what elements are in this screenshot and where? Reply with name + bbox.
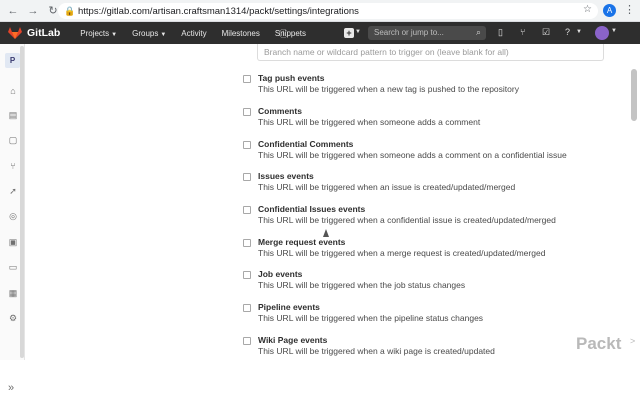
- confidential-comments-checkbox[interactable]: [243, 141, 251, 149]
- new-item-icon[interactable]: +: [344, 28, 354, 38]
- event-title[interactable]: Pipeline events: [258, 302, 320, 312]
- wiki-page-events-checkbox[interactable]: [243, 337, 251, 345]
- search-input[interactable]: Search or jump to... ⌕: [368, 26, 486, 40]
- issues-icon[interactable]: ▢: [8, 135, 18, 145]
- branch-filter-placeholder: Branch name or wildcard pattern to trigg…: [264, 47, 509, 57]
- tag-push-checkbox[interactable]: [243, 75, 251, 83]
- url-text[interactable]: https://gitlab.com/artisan.craftsman1314…: [78, 6, 359, 17]
- list-item: Wiki Page events This URL will be trigge…: [243, 335, 623, 363]
- merge-requests-icon[interactable]: ⑂: [520, 27, 525, 37]
- event-title[interactable]: Comments: [258, 106, 302, 116]
- page-scrollbar[interactable]: [631, 69, 637, 121]
- event-title[interactable]: Job events: [258, 269, 302, 279]
- browser-profile-avatar[interactable]: A: [603, 4, 616, 17]
- chevron-down-icon[interactable]: ▼: [576, 29, 582, 35]
- todo-panel-icon[interactable]: ▯: [498, 27, 503, 38]
- event-title[interactable]: Confidential Comments: [258, 139, 353, 149]
- packt-watermark: Packt: [576, 334, 622, 353]
- event-description: This URL will be triggered when someone …: [258, 150, 567, 160]
- browser-menu-icon[interactable]: ⋮: [624, 3, 635, 16]
- repository-icon[interactable]: ▤: [8, 110, 18, 120]
- event-description: This URL will be triggered when the job …: [258, 280, 466, 290]
- gitlab-brand[interactable]: GitLab: [27, 27, 60, 39]
- issues-events-checkbox[interactable]: [243, 173, 251, 181]
- pipeline-events-checkbox[interactable]: [243, 304, 251, 312]
- list-item: Confidential Comments This URL will be t…: [243, 139, 623, 167]
- chevron-down-icon[interactable]: ▼: [611, 28, 617, 34]
- mouse-cursor-icon: [323, 229, 329, 237]
- event-description: This URL will be triggered when a new ta…: [258, 84, 519, 94]
- collapse-sidebar-icon[interactable]: »: [8, 382, 14, 394]
- chevron-down-icon[interactable]: ▼: [355, 29, 361, 35]
- event-title[interactable]: Confidential Issues events: [258, 204, 365, 214]
- list-item: Tag push events This URL will be trigger…: [243, 73, 623, 101]
- event-description: This URL will be triggered when a wiki p…: [258, 346, 495, 356]
- registry-icon[interactable]: ▣: [8, 237, 18, 247]
- list-item: Issues events This URL will be triggered…: [243, 171, 623, 199]
- merge-request-events-checkbox[interactable]: [243, 239, 251, 247]
- nav-projects[interactable]: Projects ▼: [80, 29, 117, 38]
- branch-filter-input[interactable]: Branch name or wildcard pattern to trigg…: [257, 44, 604, 61]
- list-item: Merge request events This URL will be tr…: [243, 237, 623, 265]
- search-placeholder: Search or jump to...: [374, 28, 444, 37]
- settings-icon[interactable]: ⚙: [8, 313, 18, 323]
- project-avatar[interactable]: P: [5, 53, 20, 68]
- event-title[interactable]: Merge request events: [258, 237, 345, 247]
- list-item: Pipeline events This URL will be trigger…: [243, 302, 623, 330]
- event-title[interactable]: Wiki Page events: [258, 335, 327, 345]
- merge-requests-icon[interactable]: ⑂: [8, 161, 18, 171]
- project-sidebar: P ⌂ ▤ ▢ ⑂ ➚ ◎ ▣ ▭ ▦ ⚙ »: [0, 44, 25, 394]
- confidential-issues-checkbox[interactable]: [243, 206, 251, 214]
- back-icon[interactable]: ←: [6, 4, 20, 18]
- home-icon[interactable]: ⌂: [8, 86, 18, 96]
- snippets-icon[interactable]: ▦: [8, 288, 18, 298]
- operations-icon[interactable]: ◎: [8, 211, 18, 221]
- comments-checkbox[interactable]: [243, 108, 251, 116]
- bookmark-star-icon[interactable]: ☆: [583, 4, 592, 15]
- list-item: Comments This URL will be triggered when…: [243, 106, 623, 134]
- user-avatar[interactable]: [595, 26, 609, 40]
- list-item: Confidential Issues events This URL will…: [243, 204, 623, 232]
- nav-activity[interactable]: Activity: [181, 29, 206, 38]
- forward-icon[interactable]: →: [26, 4, 40, 18]
- chevron-down-icon: ▼: [160, 31, 167, 38]
- search-icon: ⌕: [475, 27, 481, 37]
- address-bar[interactable]: 🔒 https://gitlab.com/artisan.craftsman13…: [58, 3, 598, 19]
- event-title[interactable]: Tag push events: [258, 73, 324, 83]
- event-description: This URL will be triggered when someone …: [258, 117, 481, 127]
- nav-groups[interactable]: Groups ▼: [132, 29, 166, 38]
- nav-milestones[interactable]: Milestones: [222, 29, 260, 38]
- event-description: This URL will be triggered when a merge …: [258, 248, 546, 258]
- wiki-icon[interactable]: ▭: [8, 262, 18, 272]
- ci-cd-icon[interactable]: ➚: [8, 186, 18, 196]
- help-icon[interactable]: ?: [565, 27, 570, 37]
- event-description: This URL will be triggered when a confid…: [258, 215, 556, 225]
- help-circle-icon[interactable]: ⓘ: [279, 27, 288, 40]
- sidebar-scrollbar[interactable]: [20, 46, 24, 358]
- gitlab-logo-icon[interactable]: [8, 27, 22, 39]
- packt-watermark-arrow: >: [630, 336, 636, 346]
- list-item: Job events This URL will be triggered wh…: [243, 269, 623, 297]
- lock-icon: 🔒: [64, 5, 76, 16]
- chevron-down-icon: ▼: [111, 31, 118, 38]
- event-title[interactable]: Issues events: [258, 171, 314, 181]
- job-events-checkbox[interactable]: [243, 271, 251, 279]
- todos-check-icon[interactable]: ☑: [542, 27, 550, 38]
- event-description: This URL will be triggered when the pipe…: [258, 313, 484, 323]
- event-description: This URL will be triggered when an issue…: [258, 182, 516, 192]
